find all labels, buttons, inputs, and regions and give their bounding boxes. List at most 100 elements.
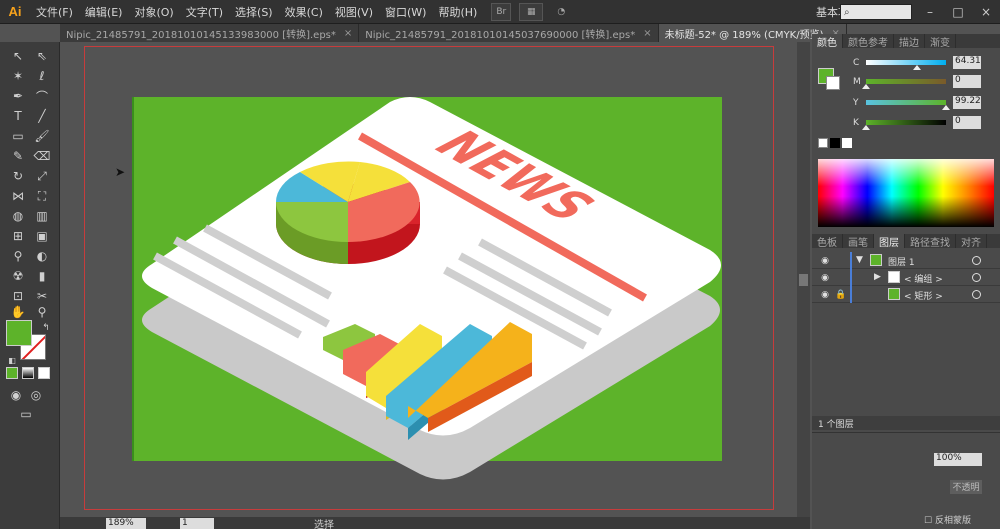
- lasso-tool-icon[interactable]: ℓ: [34, 68, 50, 84]
- tab-stroke[interactable]: 描边: [894, 34, 925, 49]
- selection-tool-icon[interactable]: ↖: [10, 48, 26, 64]
- rotate-tool-icon[interactable]: ↻: [10, 168, 26, 184]
- layer-row[interactable]: ◉ ▼ 图层 1: [812, 252, 1000, 269]
- slider-track[interactable]: [866, 100, 946, 105]
- none-swatch[interactable]: [818, 138, 828, 148]
- menu-window[interactable]: 窗口(W): [379, 4, 432, 20]
- gradient-tool-icon[interactable]: ▣: [34, 228, 50, 244]
- none-mode-button[interactable]: [38, 367, 50, 379]
- invert-mask-checkbox[interactable]: ☐ 反相蒙版: [924, 513, 971, 526]
- target-circle-icon[interactable]: [972, 290, 981, 299]
- gradient-mode-button[interactable]: [22, 367, 34, 379]
- direct-selection-tool-icon[interactable]: ⇖: [34, 48, 50, 64]
- layer-name[interactable]: < 编组 >: [904, 272, 943, 285]
- color-spectrum[interactable]: [818, 159, 994, 227]
- scroll-thumb[interactable]: [799, 274, 808, 286]
- close-icon[interactable]: ×: [972, 0, 1000, 24]
- blend-tool-icon[interactable]: ◐: [34, 248, 50, 264]
- slider-thumb[interactable]: [862, 84, 870, 89]
- maximize-icon[interactable]: □: [944, 0, 972, 24]
- tab-close-icon[interactable]: ×: [344, 28, 352, 39]
- slider-value-input[interactable]: 0: [953, 116, 981, 129]
- fill-color-swatch-front[interactable]: [6, 320, 32, 346]
- hand-tool-icon[interactable]: ✋: [10, 304, 26, 320]
- swap-fill-stroke-icon[interactable]: ↰: [38, 320, 54, 336]
- slider-thumb[interactable]: [862, 125, 870, 130]
- eraser-tool-icon[interactable]: ⌫: [34, 148, 51, 164]
- tab-gradient[interactable]: 渐变: [925, 34, 956, 49]
- menu-view[interactable]: 视图(V): [329, 4, 379, 20]
- layer-row[interactable]: ◉ ▶ < 编组 >: [812, 269, 1000, 286]
- slice-tool-icon[interactable]: ✂: [34, 288, 50, 304]
- pencil-tool-icon[interactable]: ✎: [10, 148, 26, 164]
- tab-align[interactable]: 对齐: [956, 234, 987, 249]
- perspective-grid-tool-icon[interactable]: ▥: [34, 208, 50, 224]
- disclosure-triangle-icon[interactable]: ▼: [856, 255, 863, 265]
- layer-name[interactable]: 图层 1: [888, 255, 915, 268]
- screen-mode-icon[interactable]: ▭: [18, 406, 34, 422]
- slider-cyan[interactable]: C 64.31: [812, 56, 1000, 72]
- paintbrush-tool-icon[interactable]: 🖌: [34, 128, 50, 144]
- target-circle-icon[interactable]: [972, 256, 981, 265]
- slider-thumb[interactable]: [942, 105, 950, 110]
- zoom-level-field[interactable]: 189%: [106, 517, 146, 529]
- white-swatch[interactable]: [842, 138, 852, 148]
- symbol-sprayer-tool-icon[interactable]: ☢: [10, 268, 26, 284]
- tab-pathfinder[interactable]: 路径查找: [905, 234, 956, 249]
- vertical-scrollbar[interactable]: [797, 42, 810, 517]
- menu-help[interactable]: 帮助(H): [432, 4, 483, 20]
- line-tool-icon[interactable]: ╱: [34, 108, 50, 124]
- tab-swatches[interactable]: 色板: [812, 234, 843, 249]
- shape-builder-tool-icon[interactable]: ◍: [10, 208, 26, 224]
- make-mask-button[interactable]: 不透明: [950, 480, 982, 494]
- canvas-area[interactable]: NEWS ➤: [60, 42, 810, 517]
- menu-file[interactable]: 文件(F): [30, 4, 79, 20]
- slider-magenta[interactable]: M 0: [812, 75, 1000, 91]
- menu-edit[interactable]: 编辑(E): [79, 4, 129, 20]
- visibility-eye-icon[interactable]: ◉: [818, 289, 832, 300]
- menu-effect[interactable]: 效果(C): [279, 4, 329, 20]
- tab-color-guide[interactable]: 颜色参考: [843, 34, 894, 49]
- bridge-button[interactable]: Br: [491, 2, 512, 21]
- lock-icon[interactable]: 🔒: [834, 289, 848, 300]
- disclosure-triangle-icon[interactable]: ▶: [874, 272, 881, 282]
- opacity-field[interactable]: 100%: [934, 453, 982, 466]
- width-tool-icon[interactable]: ⋈: [10, 188, 26, 204]
- menu-type[interactable]: 文字(T): [180, 4, 229, 20]
- rectangle-tool-icon[interactable]: ▭: [10, 128, 26, 144]
- slider-thumb[interactable]: [913, 65, 921, 70]
- scale-tool-icon[interactable]: ⤢: [34, 168, 50, 184]
- type-tool-icon[interactable]: T: [10, 108, 26, 124]
- tab-brushes[interactable]: 画笔: [843, 234, 874, 249]
- arrange-documents-icon[interactable]: ▦: [519, 2, 544, 21]
- tab-close-icon[interactable]: ×: [643, 28, 651, 39]
- layer-row[interactable]: ◉ 🔒 < 矩形 >: [812, 286, 1000, 303]
- tab-layers[interactable]: 图层: [874, 234, 905, 249]
- black-swatch[interactable]: [830, 138, 840, 148]
- free-transform-tool-icon[interactable]: ⛶: [34, 188, 50, 204]
- slider-yellow[interactable]: Y 99.22: [812, 96, 1000, 112]
- minimize-icon[interactable]: –: [916, 0, 944, 24]
- menu-select[interactable]: 选择(S): [229, 4, 279, 20]
- slider-value-input[interactable]: 99.22: [953, 96, 981, 109]
- tab-document-1[interactable]: Nipic_21485791_20181010145133983000 [转换]…: [60, 24, 360, 42]
- pen-tool-icon[interactable]: ✒: [10, 88, 26, 104]
- graph-tool-icon[interactable]: ▮: [34, 268, 50, 284]
- visibility-eye-icon[interactable]: ◉: [818, 272, 832, 283]
- slider-value-input[interactable]: 0: [953, 75, 981, 88]
- help-search-input[interactable]: ⌕: [840, 4, 912, 20]
- slider-black[interactable]: K 0: [812, 116, 1000, 132]
- artboard-number-field[interactable]: 1: [180, 517, 214, 529]
- visibility-eye-icon[interactable]: ◉: [818, 255, 832, 266]
- default-fill-stroke-icon[interactable]: ◧: [4, 352, 20, 368]
- mesh-tool-icon[interactable]: ⊞: [10, 228, 26, 244]
- draw-mode-icon[interactable]: ◉: [8, 387, 24, 403]
- draw-inside-icon[interactable]: ◎: [28, 387, 44, 403]
- slider-track[interactable]: [866, 79, 946, 84]
- tab-document-2[interactable]: Nipic_21485791_20181010145037690000 [转换]…: [359, 24, 659, 42]
- zoom-tool-icon[interactable]: ⚲: [34, 304, 50, 320]
- gpu-performance-icon[interactable]: ◔: [551, 3, 571, 21]
- layer-name[interactable]: < 矩形 >: [904, 289, 943, 302]
- tab-color[interactable]: 颜色: [812, 34, 843, 49]
- slider-value-input[interactable]: 64.31: [953, 56, 981, 69]
